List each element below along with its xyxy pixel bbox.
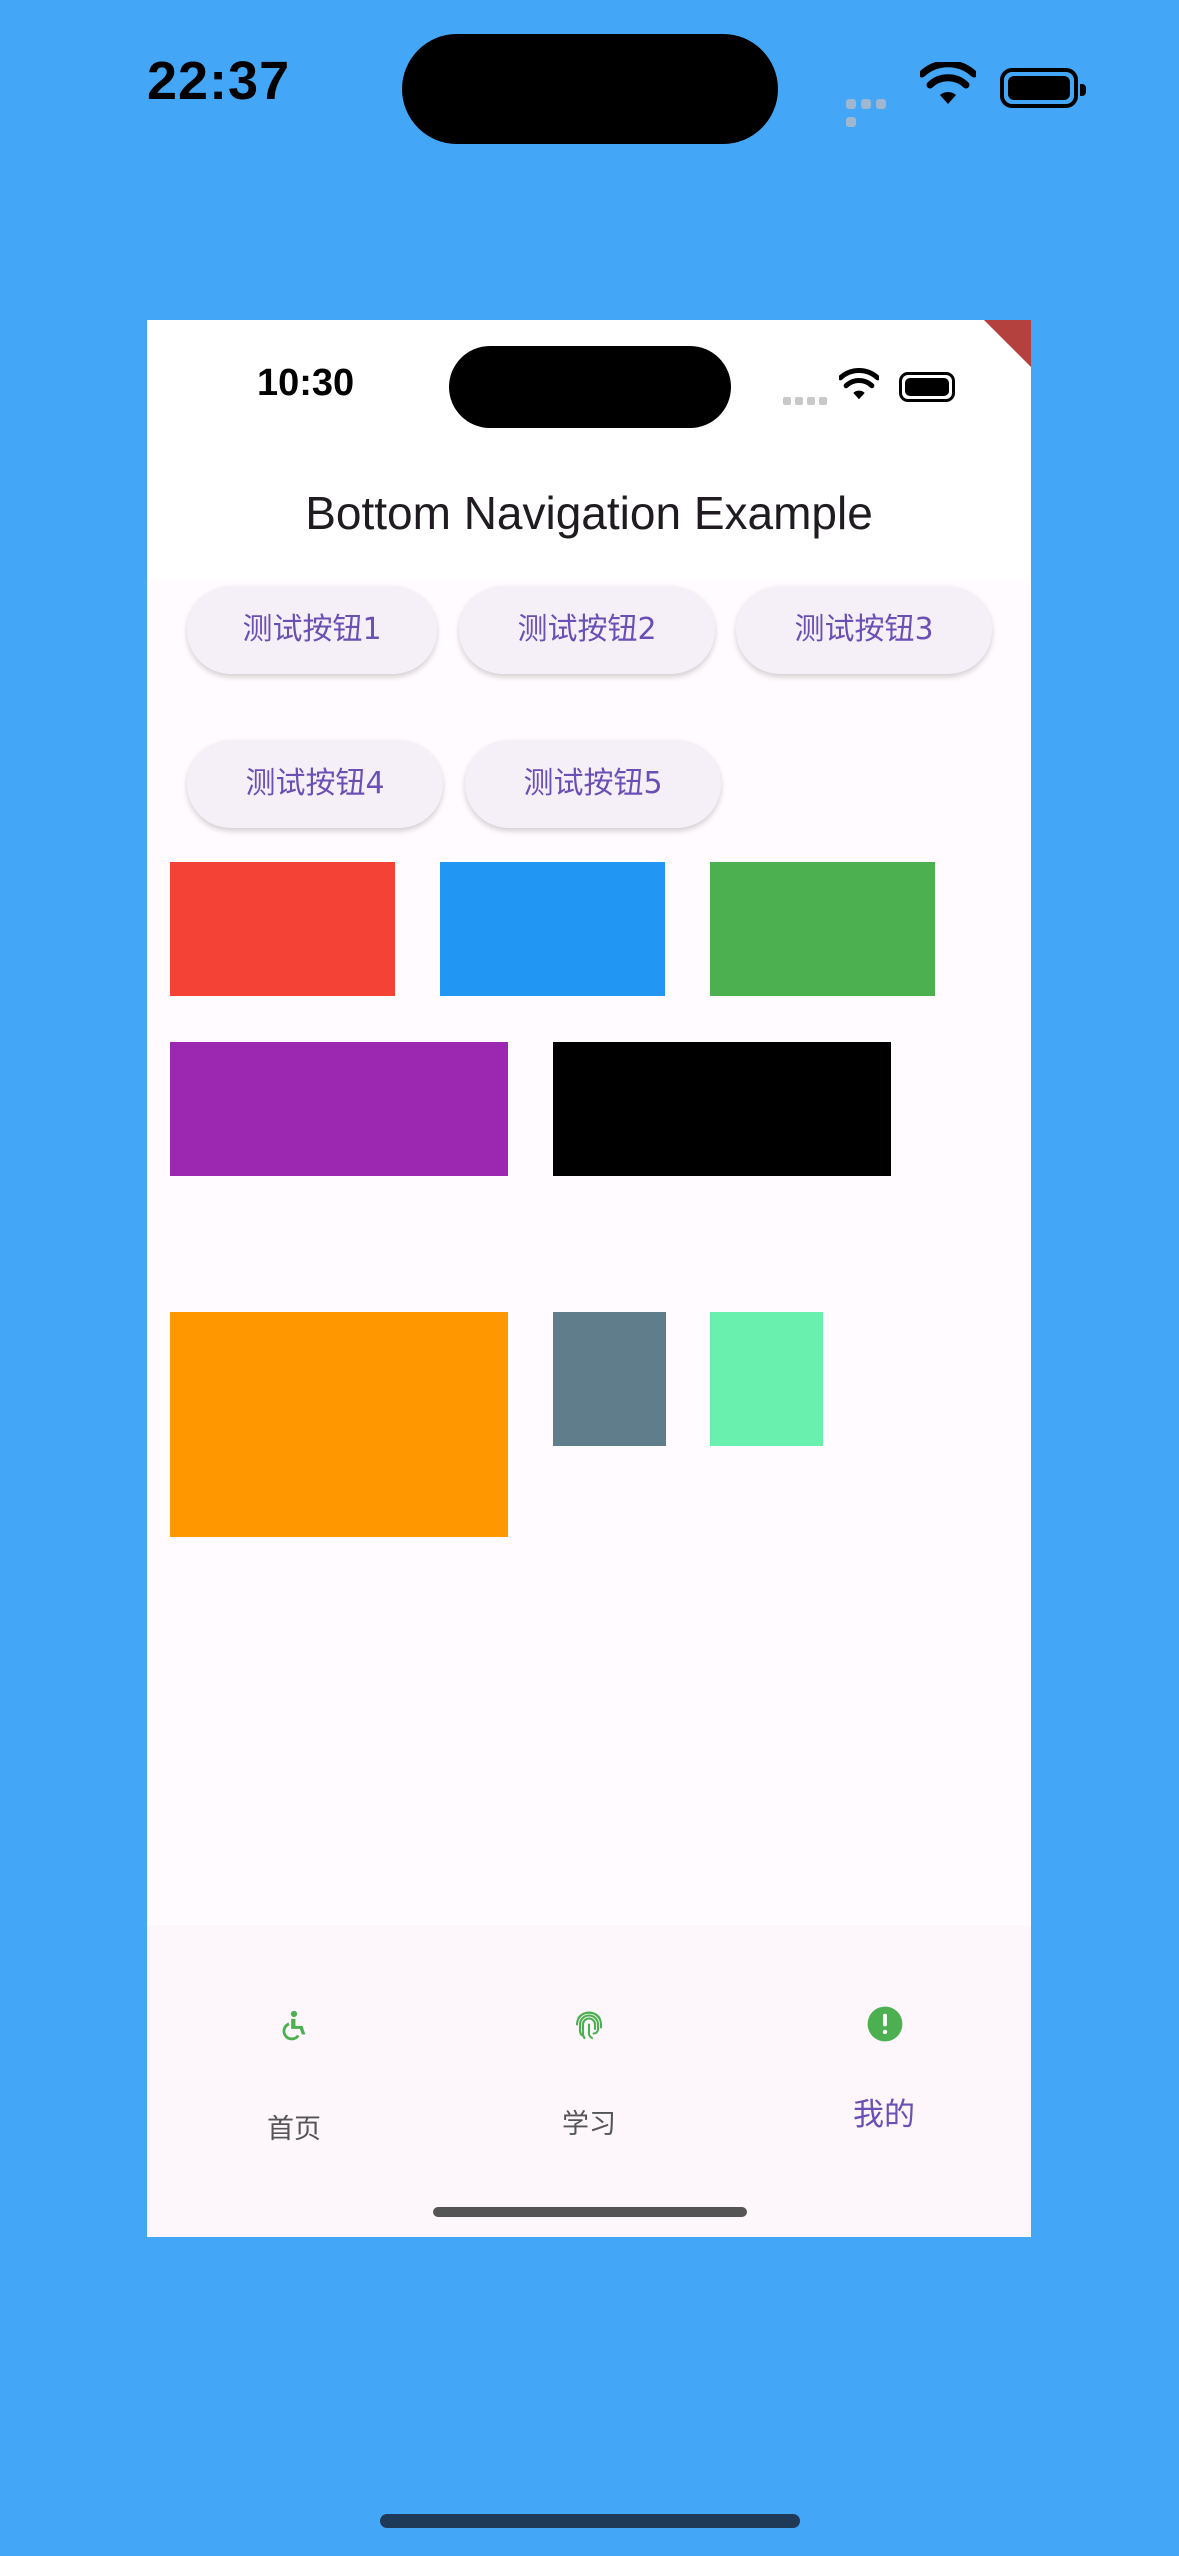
nav-item-home[interactable]: 首页 (147, 1925, 441, 2237)
inner-dynamic-island (449, 346, 731, 428)
inner-battery-icon (899, 372, 955, 402)
test-button-4[interactable]: 测试按钮4 (187, 740, 443, 828)
outer-dynamic-island (402, 34, 778, 144)
outer-battery-icon (1000, 68, 1086, 108)
inner-signal-icon (783, 392, 831, 410)
outer-wifi-icon (920, 62, 976, 104)
fingerprint-icon (575, 2011, 603, 2040)
nav-item-mine[interactable]: 我的 (737, 1925, 1031, 2237)
nav-label-mine: 我的 (853, 2097, 915, 2133)
inner-home-indicator (433, 2207, 747, 2217)
purple-box (170, 1042, 508, 1176)
bottom-navigation-bar: 首页 学习 我的 (147, 1925, 1031, 2237)
mint-box (710, 1312, 823, 1446)
inner-wifi-icon (839, 368, 879, 400)
test-button-5[interactable]: 测试按钮5 (465, 740, 721, 828)
blue-box (440, 862, 665, 996)
inner-status-time: 10:30 (257, 362, 355, 404)
black-box (553, 1042, 891, 1176)
outer-status-time: 22:37 (147, 51, 291, 111)
outer-signal-icon (846, 96, 904, 127)
orange-box (170, 1312, 508, 1537)
blue-grey-box (553, 1312, 666, 1446)
test-button-2[interactable]: 测试按钮2 (459, 586, 715, 674)
accessible-icon (282, 2010, 306, 2041)
green-box (710, 862, 935, 996)
page-title: Bottom Navigation Example (305, 487, 873, 539)
error-icon (867, 2006, 903, 2042)
outer-home-indicator (380, 2514, 800, 2528)
test-button-3[interactable]: 测试按钮3 (736, 586, 992, 674)
red-box (170, 862, 395, 996)
nav-item-study[interactable]: 学习 (442, 1925, 736, 2237)
nav-label-study: 学习 (562, 2109, 616, 2140)
app-screen: 10:30 DEBUG Bottom Navigation Example 测试… (147, 320, 1031, 2237)
test-button-1[interactable]: 测试按钮1 (187, 586, 437, 674)
nav-label-home: 首页 (267, 2114, 321, 2145)
